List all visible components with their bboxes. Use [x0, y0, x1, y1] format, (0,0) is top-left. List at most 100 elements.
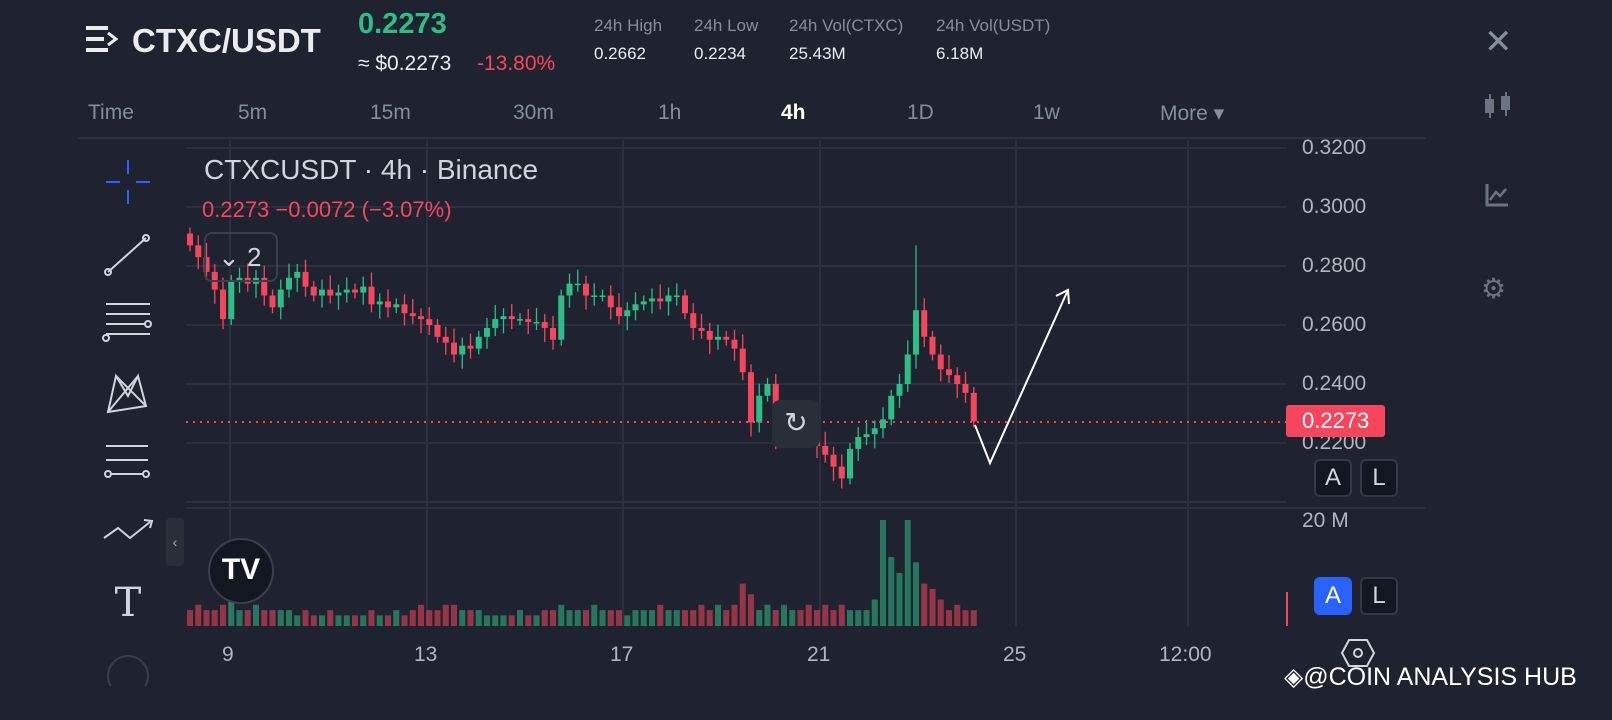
price-label: 0.3200 [1302, 136, 1367, 159]
volume-bar [649, 610, 655, 626]
candle-body [409, 313, 416, 317]
volume-bar [335, 615, 342, 626]
candle-body [640, 301, 647, 305]
volume-bar [368, 610, 375, 626]
volume-bar [269, 610, 276, 626]
volume-bar [533, 615, 540, 626]
volume-bar [343, 615, 350, 626]
volume-bar [244, 610, 251, 626]
candle-body [946, 369, 952, 376]
candle-body [451, 342, 457, 355]
volume-bar [302, 610, 309, 626]
candle-body [533, 322, 540, 324]
chevron-down-icon: ⌄ [218, 242, 240, 272]
candle-body [310, 286, 317, 296]
volume-bar [632, 610, 639, 626]
volume-bar [195, 604, 202, 626]
volume-bar [203, 610, 210, 626]
time-label: 9 [222, 643, 234, 666]
volume-bar [715, 604, 721, 626]
chart-legend-values: 0.2273 −0.0072 (−3.07%) [202, 197, 452, 222]
time-label: 25 [1003, 643, 1027, 666]
volume-bar [211, 610, 218, 626]
candle-body [764, 384, 771, 396]
volume-bar [484, 615, 490, 626]
log-scale-button[interactable]: L [1360, 459, 1398, 497]
candle-body [459, 345, 466, 355]
candle-body [195, 245, 202, 258]
volume-bar [475, 610, 482, 626]
time-label: 21 [807, 643, 831, 666]
volume-bar [624, 615, 631, 626]
candle-body [632, 304, 639, 311]
volume-bar [698, 604, 705, 626]
reset-chart-icon[interactable]: ↻ [772, 400, 820, 448]
candle-body [467, 345, 474, 349]
candle-body [385, 301, 391, 308]
candle-body [665, 295, 672, 302]
candle-body [393, 304, 400, 308]
price-label: 0.3000 [1302, 195, 1367, 218]
candle-body [327, 289, 334, 296]
candle-body [690, 313, 697, 328]
volume-bar [863, 610, 870, 626]
volume-bar [682, 610, 688, 626]
volume-bar [929, 588, 936, 626]
candle-body [352, 289, 358, 293]
volume-bar [574, 610, 581, 626]
candle-body [442, 336, 449, 343]
candle-body [484, 327, 490, 337]
volume-bar [566, 610, 573, 626]
price-label: 0.2600 [1302, 313, 1367, 336]
volume-bar [822, 604, 829, 626]
candle-body [277, 289, 284, 308]
candle-body [863, 434, 870, 438]
volume-bar [599, 610, 606, 626]
binance-logo-icon: ◈ [1284, 663, 1304, 691]
volume-bar [236, 610, 243, 626]
chart-legend-title: CTXCUSDT · 4h · Binance [204, 154, 539, 185]
volume-bar [591, 604, 598, 626]
candle-body [500, 316, 507, 320]
candle-body [574, 283, 581, 286]
volume-bar [855, 610, 862, 626]
volume-bar [385, 615, 391, 626]
candle-body [698, 327, 705, 331]
candle-body [673, 295, 680, 297]
volume-bar [220, 604, 226, 626]
candle-body [360, 286, 367, 293]
volume-log-scale-button[interactable]: L [1360, 577, 1398, 615]
candle-body [525, 319, 532, 323]
volume-bar [805, 604, 812, 626]
auto-scale-button[interactable]: A [1314, 459, 1352, 497]
candle-body [508, 316, 515, 320]
candle-body [599, 295, 606, 297]
candle-body [294, 271, 301, 278]
candle-body [434, 325, 441, 337]
volume-bar [946, 610, 952, 626]
volume-bar [913, 562, 919, 626]
volume-auto-scale-button[interactable]: A [1314, 577, 1352, 615]
candle-body [220, 289, 226, 320]
candle-body [475, 336, 482, 349]
volume-bar [352, 615, 358, 626]
indicator-collapse-button[interactable]: ⌄ 2 [204, 232, 278, 282]
candle-body [616, 307, 622, 317]
volume-bar [319, 615, 325, 626]
volume-bar [657, 604, 664, 626]
candle-body [830, 454, 837, 467]
volume-bar [426, 610, 433, 626]
candle-body [401, 304, 408, 314]
drawn-arrow [974, 289, 1069, 466]
volume-bar [277, 610, 284, 626]
volume-bar [871, 599, 878, 626]
candle-body [302, 271, 309, 287]
volume-bar [789, 610, 796, 626]
tradingview-logo[interactable]: TV [208, 538, 274, 604]
volume-bar [517, 610, 523, 626]
candle-body [550, 327, 556, 340]
volume-bar [418, 604, 424, 626]
time-label: 13 [414, 643, 438, 666]
volume-bar [360, 615, 367, 626]
candle-body [624, 310, 631, 317]
